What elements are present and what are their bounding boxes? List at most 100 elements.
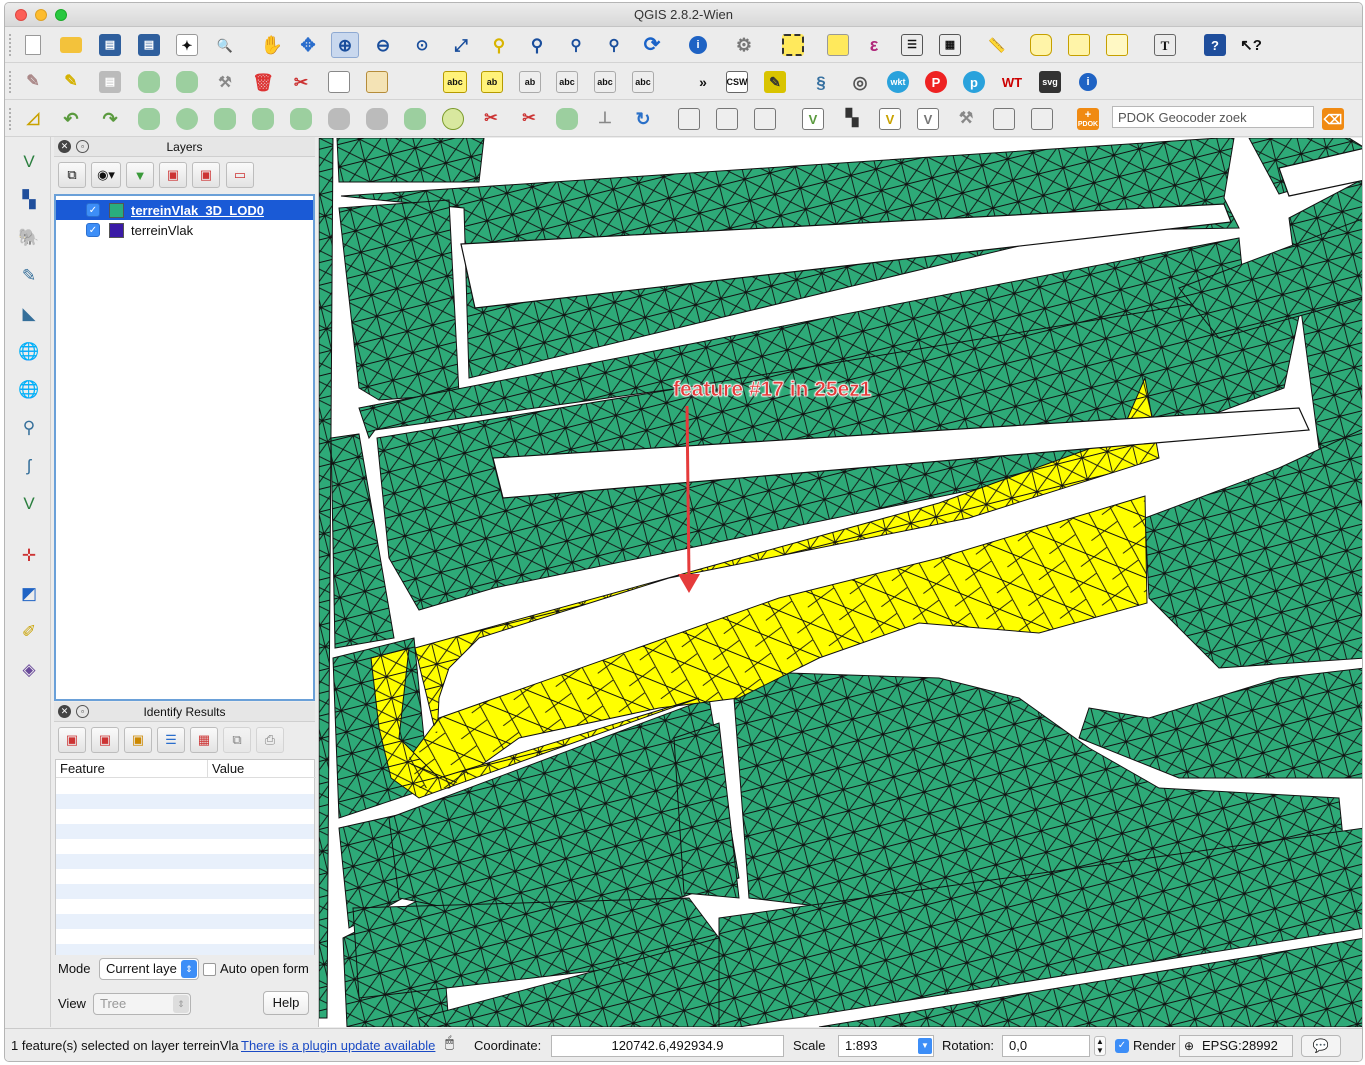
manage-visibility-button[interactable]: ◉▾ — [91, 162, 121, 188]
map-tips-button[interactable] — [1027, 32, 1055, 58]
redo-button[interactable]: ↷ — [96, 106, 124, 132]
delete-ring-button[interactable] — [325, 106, 353, 132]
delete-selected-button[interactable]: 🗑 — [249, 69, 277, 95]
zoom-out-button[interactable]: ⊖ — [369, 32, 397, 58]
split-parts-button[interactable]: ✂ — [515, 106, 543, 132]
view-select[interactable]: Tree ⇕ — [93, 993, 191, 1015]
new-project-button[interactable] — [19, 32, 47, 58]
move-label-button[interactable]: abc — [591, 69, 619, 95]
add-ring-button[interactable] — [211, 106, 239, 132]
csw-button[interactable]: CSW — [723, 69, 751, 95]
rotate-label-button[interactable]: abc — [629, 69, 657, 95]
scale-combo[interactable]: 1:893 ▼ — [838, 1035, 934, 1057]
identify-features-button[interactable]: i — [684, 32, 712, 58]
cut-features-button[interactable]: ✂ — [287, 69, 315, 95]
add-wfs-layer-button[interactable]: ⚲ — [14, 413, 44, 443]
simplify-feature-button[interactable] — [173, 106, 201, 132]
plugin-p-red-button[interactable]: P — [922, 69, 950, 95]
composer-manager-button[interactable]: 🔍 — [211, 32, 239, 58]
plugin-globe-button[interactable]: ◈ — [14, 655, 44, 685]
measure-line-button[interactable]: 📏 — [983, 32, 1011, 58]
reshape-button[interactable] — [401, 106, 429, 132]
mode-select[interactable]: Current laye ⇕ — [99, 958, 199, 980]
layer-tool-button[interactable] — [990, 106, 1018, 132]
new-bookmark-button[interactable] — [1065, 32, 1093, 58]
attribute-table-button[interactable]: ☰ — [898, 32, 926, 58]
expand-all-button[interactable]: ▣ — [159, 162, 187, 188]
pdok-clear-button[interactable]: ⌫ — [1319, 106, 1347, 132]
add-spatialite-layer-button[interactable]: ✎ — [14, 261, 44, 291]
coordinate-field[interactable]: 120742.6,492934.9 — [551, 1035, 784, 1057]
add-vector-layer-button[interactable]: V — [14, 147, 44, 177]
paste-features-button[interactable] — [363, 69, 391, 95]
pdok-button[interactable]: + PDOK — [1074, 106, 1102, 132]
layer-labeling-button[interactable]: abc — [441, 69, 469, 95]
wkt-button[interactable]: wkt — [884, 69, 912, 95]
pan-map-button[interactable]: ✋ — [258, 32, 286, 58]
value-column-header[interactable]: Value — [208, 760, 316, 778]
filter-legend-button[interactable]: ▼ — [126, 162, 154, 188]
zoom-to-layer-button[interactable]: ⚲ — [523, 32, 551, 58]
close-panel-icon[interactable]: ✕ — [58, 705, 71, 718]
toggle-editing-button[interactable]: ✎ — [57, 69, 85, 95]
help-button[interactable]: Help — [263, 991, 309, 1015]
new-shapefile-button[interactable]: V — [799, 106, 827, 132]
text-annotation-button[interactable]: T — [1151, 32, 1179, 58]
new-spatialite-button[interactable]: ▚ — [838, 106, 866, 132]
digitize-1-button[interactable] — [675, 106, 703, 132]
add-wcs-layer-button[interactable]: 🌐 — [14, 375, 44, 405]
close-panel-icon[interactable]: ✕ — [58, 140, 71, 153]
rotation-field[interactable]: 0,0 — [1002, 1035, 1090, 1057]
digitize-2-button[interactable] — [713, 106, 741, 132]
layer-visibility-checkbox[interactable]: ✓ — [86, 203, 100, 217]
toolbar-grip[interactable] — [8, 70, 12, 94]
deselect-all-button[interactable] — [824, 32, 852, 58]
save-as-button[interactable]: ▤ — [135, 32, 163, 58]
select-by-expression-button[interactable]: ε — [860, 32, 888, 58]
python-console-button[interactable]: § — [807, 69, 835, 95]
add-part-button[interactable] — [249, 106, 277, 132]
add-feature-button[interactable] — [135, 69, 163, 95]
zoom-last-button[interactable]: ⚲ — [562, 32, 590, 58]
undo-button[interactable]: ↶ — [57, 106, 85, 132]
current-edits-button[interactable]: ✎ — [19, 69, 47, 95]
offset-curve-button[interactable] — [439, 106, 467, 132]
pdok-search-input[interactable]: PDOK Geocoder zoek — [1112, 106, 1314, 128]
new-memory-layer-button[interactable]: V — [876, 106, 904, 132]
svg-button[interactable]: svg — [1036, 69, 1064, 95]
float-panel-icon[interactable]: ▫ — [76, 705, 89, 718]
node-tool-button[interactable]: ⚒ — [211, 69, 239, 95]
plugin-edit-button[interactable]: ✐ — [14, 617, 44, 647]
collapse-all-button[interactable]: ▣ — [192, 162, 220, 188]
layer-tool-2-button[interactable] — [1028, 106, 1056, 132]
layer-row-terreinvlak-3d-lod0[interactable]: ✓ terreinVlak_3D_LOD0 — [56, 200, 313, 220]
crs-button[interactable]: ⊕ EPSG:28992 — [1179, 1035, 1293, 1057]
toolbar-grip[interactable] — [8, 107, 12, 131]
pan-to-selection-button[interactable]: ✥ — [294, 32, 322, 58]
edit-tool-button[interactable]: ⚒ — [952, 106, 980, 132]
move-feature-button[interactable] — [173, 69, 201, 95]
plugin-update-link[interactable]: There is a plugin update available — [241, 1038, 435, 1053]
georeferencer-button[interactable]: ✛ — [14, 541, 44, 571]
select-features-button[interactable] — [779, 32, 807, 58]
show-hide-labels-button[interactable]: abc — [553, 69, 581, 95]
zoom-native-button[interactable]: ⊙ — [408, 32, 436, 58]
save-layer-edits-button[interactable]: ▤ — [96, 69, 124, 95]
plugin-gray-button[interactable]: ◎ — [846, 69, 874, 95]
layer-row-terreinvlak[interactable]: ✓ terreinVlak — [56, 220, 313, 240]
zoom-next-button[interactable]: ⚲ — [600, 32, 628, 58]
pin-labels-button[interactable]: ab — [516, 69, 544, 95]
add-mssql-layer-button[interactable]: ◣ — [14, 299, 44, 329]
rotate-feature-button[interactable] — [135, 106, 163, 132]
expand-new-button[interactable]: ▣ — [124, 727, 152, 753]
rotation-stepper[interactable]: ▲ ▼ — [1094, 1036, 1106, 1056]
merge-features-button[interactable] — [553, 106, 581, 132]
add-group-button[interactable]: ⧉ — [58, 162, 86, 188]
field-calculator-button[interactable]: ▦ — [936, 32, 964, 58]
toolbar-grip[interactable] — [8, 33, 12, 57]
zoom-to-selection-button[interactable]: ⚲ — [485, 32, 513, 58]
add-wms-layer-button[interactable]: 🌐 — [14, 337, 44, 367]
plugin-map-button[interactable]: ◩ — [14, 579, 44, 609]
show-bookmarks-button[interactable] — [1103, 32, 1131, 58]
plugin-yellow-button[interactable]: ✎ — [761, 69, 789, 95]
